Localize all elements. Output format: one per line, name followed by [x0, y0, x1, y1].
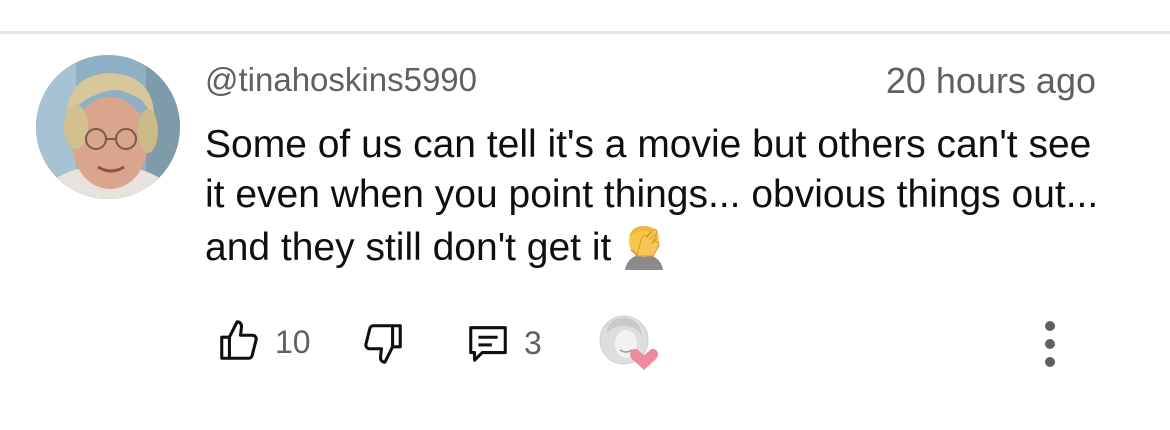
- reply-icon[interactable]: [465, 320, 511, 366]
- creator-heart-icon: [599, 315, 658, 370]
- top-divider: [0, 31, 1170, 34]
- thumbs-up-icon[interactable]: [216, 318, 262, 364]
- face-palm-emoji-icon: [619, 220, 669, 270]
- avatar-image: [36, 55, 180, 199]
- reply-count: 3: [524, 325, 542, 361]
- thumbs-down-icon[interactable]: [360, 320, 406, 366]
- comment-timestamp: 20 hours ago: [885, 60, 1096, 101]
- more-vertical-icon[interactable]: [1030, 316, 1070, 372]
- avatar[interactable]: [36, 55, 180, 199]
- comment-author-handle[interactable]: @tinahoskins5990: [205, 60, 477, 100]
- like-count: 10: [275, 324, 311, 360]
- comment-actions: 10 3: [0, 310, 1170, 374]
- comment-body: Some of us can tell it's a movie but oth…: [205, 120, 1105, 273]
